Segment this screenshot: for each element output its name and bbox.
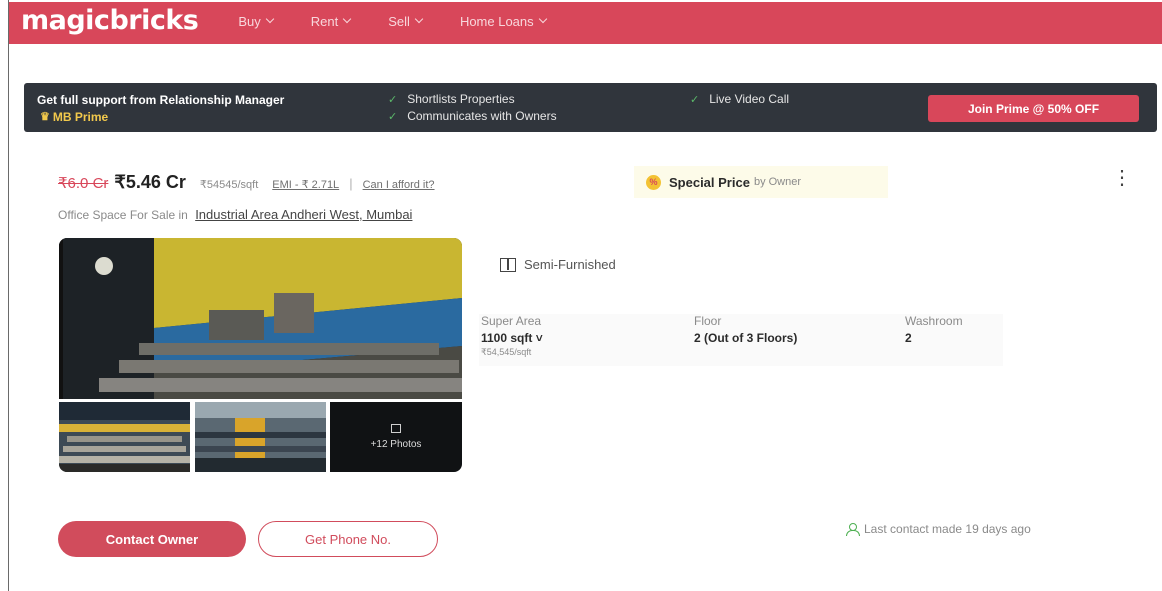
nav-rent-label: Rent [310,13,339,29]
prime-brand-label: MB Prime [52,110,109,124]
magicbricks-logo[interactable]: magicbricks [21,5,199,36]
last-contact-label: Last contact made 19 days ago [864,522,1031,536]
super-area-value[interactable]: 1100 sqft ˅ [481,331,543,345]
get-phone-button[interactable]: Get Phone No. [258,521,438,557]
location-link[interactable]: Industrial Area Andheri West, Mumbai [195,207,412,222]
check-icon: ✓ [388,93,398,106]
thumbnail-image [195,402,326,472]
afford-link[interactable]: Can I afford it? [363,179,435,191]
main-photo-image [59,238,462,399]
listing-subtitle: Office Space For Sale in Industrial Area… [58,207,412,222]
special-price-label: Special Price [669,174,750,190]
nav-sell[interactable]: Sell [388,13,424,29]
benefit-video-call: ✓ Live Video Call [690,92,789,106]
nav-home-loans-label: Home Loans [459,13,534,29]
prime-brand: ♛ MB Prime [37,109,108,125]
chevron-down-icon [265,14,275,24]
spec-super-area: Super Area 1100 sqft ˅ ₹54,545/sqft [481,314,543,358]
price-per-sqft: ₹54545/sqft [199,179,259,191]
furnishing-status: Semi-Furnished [500,257,616,272]
old-price: ₹6.0 Cr [58,175,109,192]
top-header: magicbricks Buy Rent Sell Home Loans [9,2,1162,44]
nav-sell-label: Sell [388,13,410,29]
floor-value: 2 (Out of 3 Floors) [694,331,798,345]
furnishing-label: Semi-Furnished [524,257,616,272]
nav-home-loans[interactable]: Home Loans [459,13,547,29]
check-icon: ✓ [690,93,700,106]
special-price-badge: % Special Price by Owner [634,166,888,198]
more-options-icon[interactable]: ⋮ [1112,168,1132,188]
spec-label: Super Area [481,314,542,328]
photos-icon [391,424,401,433]
main-nav: Buy Rent Sell Home Loans [238,14,583,29]
contact-owner-button[interactable]: Contact Owner [58,521,246,557]
price-row: ₹6.0 Cr ₹5.46 Cr ₹54545/sqft EMI - ₹ 2.7… [58,172,435,193]
thumbnail-image [59,402,190,472]
benefit-label: Communicates with Owners [407,109,557,123]
spec-label: Washroom [905,314,963,328]
super-area-rate: ₹54,545/sqft [481,347,532,357]
property-type: Office Space For Sale in [58,208,188,222]
spec-floor: Floor 2 (Out of 3 Floors) [694,314,797,345]
spec-washroom: Washroom 2 [905,314,963,345]
furniture-icon [500,257,516,272]
prime-banner-text: Get full support from Relationship Manag… [37,92,347,125]
check-icon: ✓ [388,110,398,123]
prime-banner: Get full support from Relationship Manag… [24,83,1157,132]
last-contact-info: Last contact made 19 days ago [846,522,1031,536]
prime-support-text: Get full support from Relationship Manag… [37,93,285,107]
crown-icon: ♛ [40,111,50,123]
more-photos-tile[interactable]: +12 Photos [330,402,462,472]
emi-link[interactable]: EMI - ₹ 2.71L [272,178,339,191]
chevron-down-icon [538,14,547,24]
join-prime-button[interactable]: Join Prime @ 50% OFF [928,95,1139,122]
user-icon [846,523,860,536]
property-specs: Super Area 1100 sqft ˅ ₹54,545/sqft Floo… [479,314,1003,366]
price: ₹5.46 Cr [114,172,186,192]
percent-icon: % [646,174,661,190]
benefit-label: Shortlists Properties [407,92,515,106]
page-edge [8,0,9,591]
thumbnail-1[interactable] [59,402,190,472]
thumbnail-2[interactable] [195,402,326,472]
main-property-photo[interactable] [59,238,462,399]
chevron-down-icon [343,14,352,24]
washroom-value: 2 [905,331,912,345]
divider: | [349,176,353,191]
spec-label: Floor [694,314,722,328]
special-by-owner: by Owner [753,176,802,188]
benefit-label: Live Video Call [709,92,790,106]
chevron-down-icon [414,14,424,24]
nav-rent[interactable]: Rent [310,13,352,29]
benefit-shortlists: ✓ Shortlists Properties [388,92,515,106]
nav-buy-label: Buy [238,13,261,29]
nav-buy[interactable]: Buy [238,13,275,29]
more-photos-label: +12 Photos [370,439,422,450]
benefit-communicates: ✓ Communicates with Owners [388,109,557,123]
